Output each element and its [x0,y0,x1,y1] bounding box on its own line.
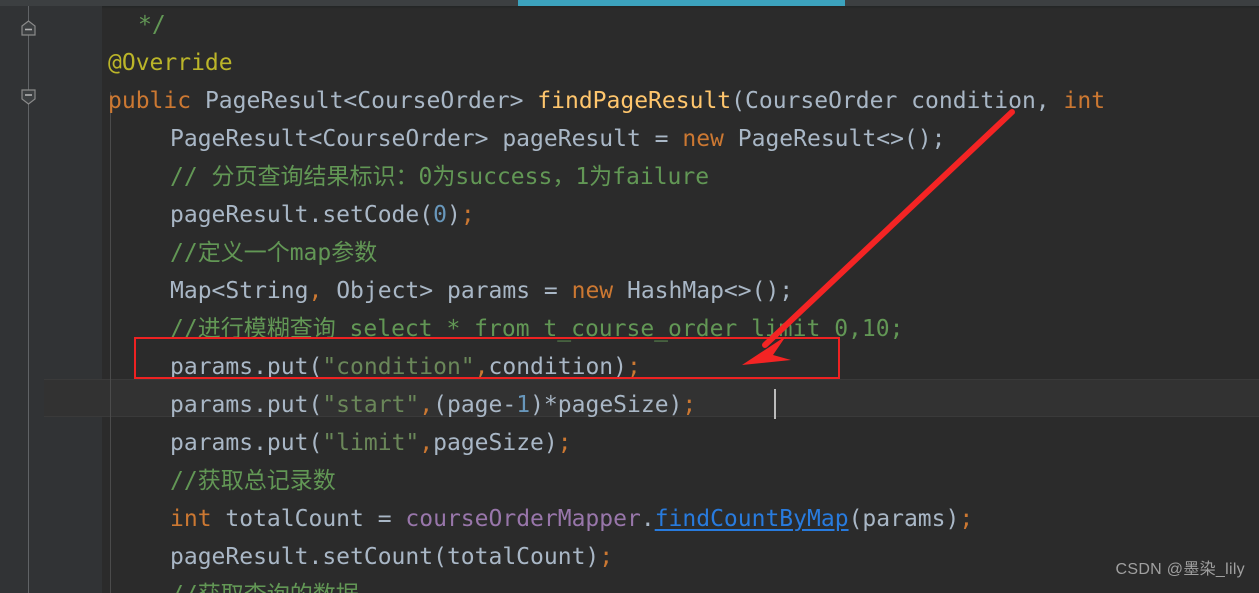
code-token: "condition" [322,354,475,380]
code-token: ) [446,202,461,228]
code-token: (page- [433,392,517,418]
line-override-annotation[interactable]: @Override [102,44,233,82]
code-token: Object> params = [322,278,572,304]
line-comment-define-map[interactable]: //定义一个map参数 [102,234,377,272]
code-token: PageResult<CourseOrder> pageResult = [170,126,683,152]
line-comment-total-count[interactable]: //获取总记录数 [102,462,336,500]
code-token: totalCount = [211,506,406,532]
code-token: ; [599,544,614,570]
code-token: Map<String [170,278,309,304]
code-token: 1 [516,392,531,418]
line-comment-result-flag[interactable]: // 分页查询结果标识：0为success，1为failure [102,158,709,196]
code-token: // 分页查询结果标识：0为success，1为failure [170,164,710,190]
code-token: @Override [108,50,233,76]
code-token: //定义一个map参数 [170,240,378,266]
code-token: pageSize) [433,430,558,456]
code-token: params.put( [170,392,323,418]
line-pageresult-decl[interactable]: PageResult<CourseOrder> pageResult = new… [102,120,945,158]
code-token: , [419,392,434,418]
code-token: ; [959,506,974,532]
code-token: (params) [848,506,960,532]
code-text-area[interactable]: */ @Override public PageResult<CourseOrder… [102,6,1259,593]
fold-marker-doc-comment[interactable] [20,20,37,37]
line-put-start[interactable]: params.put("start",(page-1)*pageSize); [102,386,696,424]
code-token: PageResult<CourseOrder> [191,88,538,114]
line-total-count[interactable]: int totalCount = courseOrderMapper.findC… [102,500,973,538]
line-put-limit[interactable]: params.put("limit",pageSize); [102,424,572,462]
code-token: //获取查询的数据 [170,582,359,593]
code-token: , [308,278,323,304]
code-token: PageResult<>(); [723,126,946,152]
code-token: "limit" [322,430,420,456]
text-caret [774,389,776,419]
line-setcount[interactable]: pageResult.setCount(totalCount); [102,538,613,576]
code-token: //获取总记录数 [170,468,336,494]
code-token: new [682,126,724,152]
code-token: int [170,506,212,532]
editor-gutter[interactable] [0,6,44,593]
code-token: )*pageSize) [530,392,683,418]
code-token: public [108,88,192,114]
csdn-watermark: CSDN @墨染_lily [1115,561,1245,578]
code-token: "start" [322,392,420,418]
code-token: findCountByMap [654,506,849,532]
line-comment-fuzzy-query[interactable]: //进行模糊查询 select * from t_course_order li… [102,310,903,348]
code-token: ; [682,392,697,418]
line-setcode[interactable]: pageResult.setCode(0); [102,196,475,234]
code-token: params.put( [170,430,323,456]
code-token: ; [557,430,572,456]
code-token: ; [460,202,475,228]
line-put-condition[interactable]: params.put("condition",condition); [102,348,641,386]
code-token: ; [627,354,641,380]
code-token: */ [138,12,166,38]
ide-editor-screenshot: */ @Override public PageResult<CourseOrder… [0,0,1259,593]
editor-gutter-icon-column[interactable] [44,6,102,593]
code-token: new [571,278,614,304]
code-token: params.put( [170,354,323,380]
line-comment-get-data[interactable]: //获取查询的数据 [102,576,359,593]
line-comment-close[interactable]: */ [102,6,166,44]
code-token: 0 [433,202,447,228]
code-token: , [419,430,434,456]
code-token: pageResult.setCount(totalCount) [170,544,600,570]
code-token: findPageResult [537,88,732,114]
code-token: condition) [488,354,627,380]
code-token: //进行模糊查询 select * from t_course_order li… [170,316,904,342]
line-map-decl[interactable]: Map<String, Object> params = new HashMap… [102,272,793,310]
code-token: HashMap<>(); [613,278,794,304]
line-method-signature[interactable]: public PageResult<CourseOrder> findPageR… [102,82,1105,120]
code-token: (CourseOrder condition, [731,88,1064,114]
code-token: int [1063,88,1106,114]
code-token: . [640,506,655,532]
fold-marker-method[interactable] [20,88,37,105]
code-token: , [474,354,489,380]
code-token: pageResult.setCode( [170,202,434,228]
code-token: courseOrderMapper [405,506,641,532]
